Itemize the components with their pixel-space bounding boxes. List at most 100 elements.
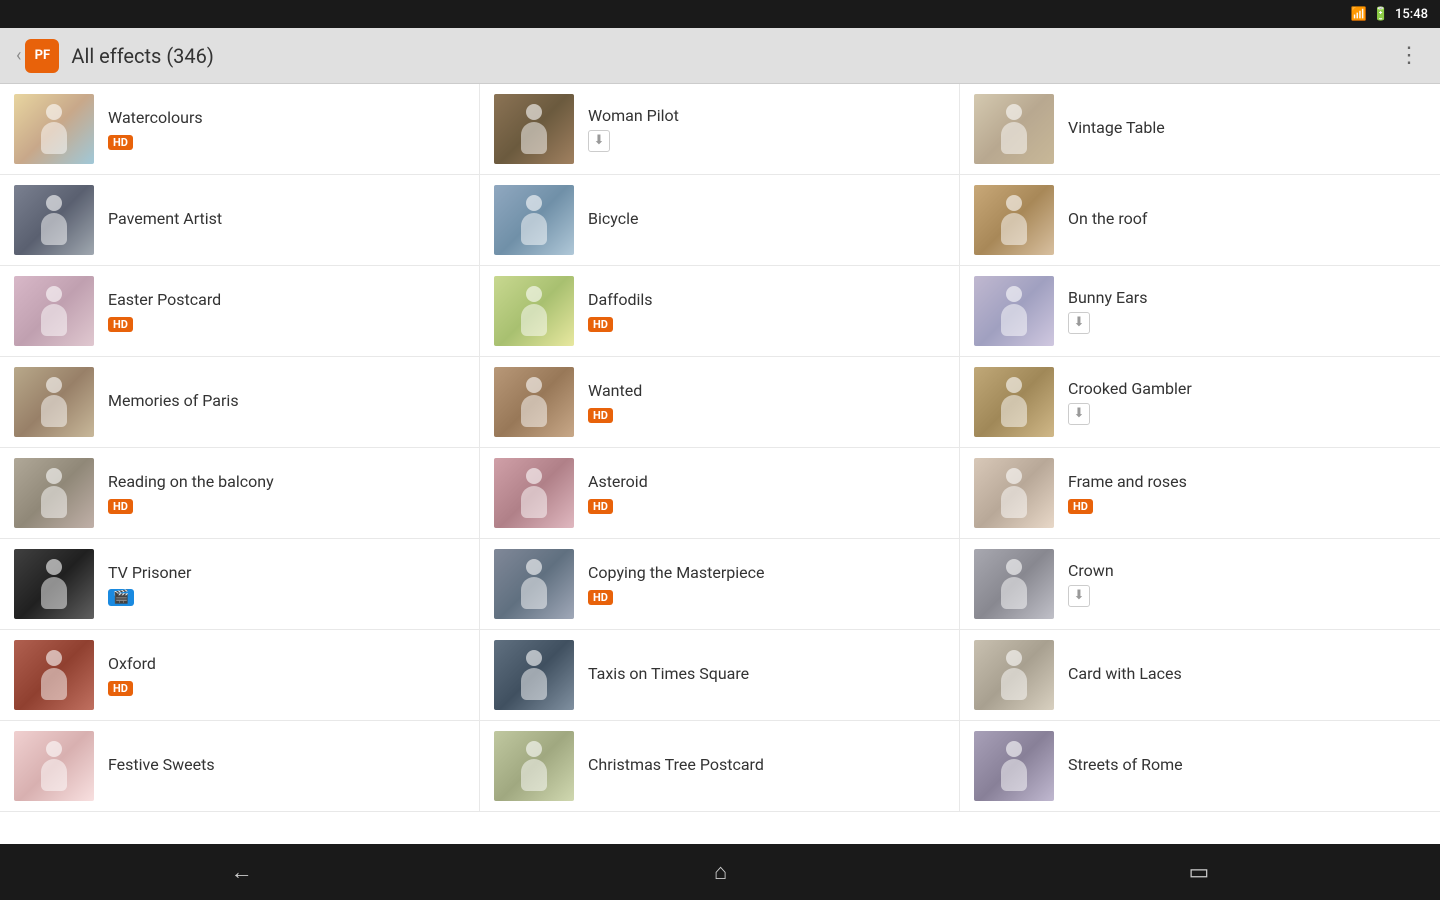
item-info-easter-postcard: Easter Postcard HD	[108, 290, 465, 332]
item-info-watercolours: Watercolours HD	[108, 108, 465, 150]
badge-hd-wanted: HD	[588, 408, 613, 423]
grid-item-easter-postcard[interactable]: Easter Postcard HD	[0, 266, 480, 357]
item-info-bunny-ears: Bunny Ears⬇	[1068, 288, 1426, 334]
thumb-bicycle	[494, 185, 574, 255]
grid-item-oxford[interactable]: OxfordHD	[0, 630, 480, 721]
thumb-woman-pilot	[494, 94, 574, 164]
item-info-streets-of-rome: Streets of Rome	[1068, 755, 1426, 778]
badge-download-crooked-gambler: ⬇	[1068, 403, 1090, 425]
grid-item-vintage-table[interactable]: Vintage Table	[960, 84, 1440, 175]
item-name-crooked-gambler: Crooked Gambler	[1068, 379, 1426, 398]
grid-item-watercolours[interactable]: Watercolours HD	[0, 84, 480, 175]
item-info-copying-masterpiece: Copying the Masterpiece HD	[588, 563, 945, 605]
grid-item-festive-sweets[interactable]: Festive Sweets	[0, 721, 480, 812]
grid-item-card-with-laces[interactable]: Card with Laces	[960, 630, 1440, 721]
item-info-oxford: OxfordHD	[108, 654, 465, 696]
grid-item-bicycle[interactable]: Bicycle	[480, 175, 960, 266]
item-name-vintage-table: Vintage Table	[1068, 118, 1426, 137]
item-name-card-with-laces: Card with Laces	[1068, 664, 1426, 683]
app-logo: PF	[25, 39, 59, 73]
back-nav-button[interactable]: ←	[207, 851, 277, 893]
thumb-tv-prisoner	[14, 549, 94, 619]
grid-item-tv-prisoner[interactable]: TV Prisoner 🎬	[0, 539, 480, 630]
badge-hd-easter-postcard: HD	[108, 317, 133, 332]
item-name-memories-of-paris: Memories of Paris	[108, 391, 465, 410]
item-name-taxis-times-square: Taxis on Times Square	[588, 664, 945, 683]
status-time: 15:48	[1395, 7, 1428, 22]
grid-item-on-the-roof[interactable]: On the roof	[960, 175, 1440, 266]
status-icons: 📶 🔋 15:48	[1351, 7, 1428, 22]
item-name-oxford: Oxford	[108, 654, 465, 673]
thumb-frame-roses	[974, 458, 1054, 528]
thumb-festive-sweets	[14, 731, 94, 801]
item-info-on-the-roof: On the roof	[1068, 209, 1426, 232]
thumb-daffodils	[494, 276, 574, 346]
badge-hd-frame-roses: HD	[1068, 499, 1093, 514]
grid-item-memories-of-paris[interactable]: Memories of Paris	[0, 357, 480, 448]
item-name-crown: Crown	[1068, 561, 1426, 580]
item-info-woman-pilot: Woman Pilot⬇	[588, 106, 945, 152]
badge-hd-reading-balcony: HD	[108, 499, 133, 514]
badge-video-tv-prisoner: 🎬	[108, 589, 134, 606]
home-nav-button[interactable]: ⌂	[690, 851, 751, 893]
item-info-bicycle: Bicycle	[588, 209, 945, 232]
thumb-on-the-roof	[974, 185, 1054, 255]
thumb-christmas-tree-postcard	[494, 731, 574, 801]
item-name-woman-pilot: Woman Pilot	[588, 106, 945, 125]
grid-item-wanted[interactable]: Wanted HD	[480, 357, 960, 448]
thumb-asteroid	[494, 458, 574, 528]
grid-item-pavement-artist[interactable]: Pavement Artist	[0, 175, 480, 266]
thumb-crooked-gambler	[974, 367, 1054, 437]
item-info-asteroid: AsteroidHD	[588, 472, 945, 514]
item-info-taxis-times-square: Taxis on Times Square	[588, 664, 945, 687]
item-name-tv-prisoner: TV Prisoner	[108, 563, 465, 582]
item-name-on-the-roof: On the roof	[1068, 209, 1426, 228]
badge-hd-watercolours: HD	[108, 135, 133, 150]
grid-item-taxis-times-square[interactable]: Taxis on Times Square	[480, 630, 960, 721]
grid-item-bunny-ears[interactable]: Bunny Ears⬇	[960, 266, 1440, 357]
grid-item-christmas-tree-postcard[interactable]: Christmas Tree Postcard	[480, 721, 960, 812]
item-info-frame-roses: Frame and rosesHD	[1068, 472, 1426, 514]
recents-nav-button[interactable]: ▭	[1165, 852, 1234, 893]
item-name-copying-masterpiece: Copying the Masterpiece	[588, 563, 945, 582]
back-button[interactable]: ‹	[16, 45, 21, 66]
item-name-christmas-tree-postcard: Christmas Tree Postcard	[588, 755, 945, 774]
badge-hd-asteroid: HD	[588, 499, 613, 514]
item-name-daffodils: Daffodils	[588, 290, 945, 309]
item-name-bicycle: Bicycle	[588, 209, 945, 228]
badge-hd-copying-masterpiece: HD	[588, 590, 613, 605]
thumb-bunny-ears	[974, 276, 1054, 346]
thumb-vintage-table	[974, 94, 1054, 164]
menu-button[interactable]: ⋮	[1394, 39, 1424, 72]
grid-item-copying-masterpiece[interactable]: Copying the Masterpiece HD	[480, 539, 960, 630]
item-info-card-with-laces: Card with Laces	[1068, 664, 1426, 687]
effects-grid: WatercoloursHDWoman Pilot⬇Vintage TableP…	[0, 84, 1440, 812]
grid-item-asteroid[interactable]: AsteroidHD	[480, 448, 960, 539]
badge-download-crown: ⬇	[1068, 585, 1090, 607]
item-name-pavement-artist: Pavement Artist	[108, 209, 465, 228]
item-name-wanted: Wanted	[588, 381, 945, 400]
grid-item-reading-balcony[interactable]: Reading on the balcony HD	[0, 448, 480, 539]
status-bar: 📶 🔋 15:48	[0, 0, 1440, 28]
top-bar: ‹ PF All effects (346) ⋮	[0, 28, 1440, 84]
grid-item-daffodils[interactable]: Daffodils HD	[480, 266, 960, 357]
grid-item-streets-of-rome[interactable]: Streets of Rome	[960, 721, 1440, 812]
item-info-crooked-gambler: Crooked Gambler ⬇	[1068, 379, 1426, 425]
grid-item-woman-pilot[interactable]: Woman Pilot⬇	[480, 84, 960, 175]
grid-item-frame-roses[interactable]: Frame and rosesHD	[960, 448, 1440, 539]
badge-hd-daffodils: HD	[588, 317, 613, 332]
wifi-icon: 📶	[1351, 7, 1367, 22]
thumb-oxford	[14, 640, 94, 710]
item-info-reading-balcony: Reading on the balcony HD	[108, 472, 465, 514]
grid-item-crown[interactable]: Crown ⬇	[960, 539, 1440, 630]
item-name-easter-postcard: Easter Postcard	[108, 290, 465, 309]
main-content: WatercoloursHDWoman Pilot⬇Vintage TableP…	[0, 84, 1440, 844]
grid-item-crooked-gambler[interactable]: Crooked Gambler ⬇	[960, 357, 1440, 448]
item-name-reading-balcony: Reading on the balcony	[108, 472, 465, 491]
item-info-vintage-table: Vintage Table	[1068, 118, 1426, 141]
thumb-easter-postcard	[14, 276, 94, 346]
item-name-watercolours: Watercolours	[108, 108, 465, 127]
thumb-crown	[974, 549, 1054, 619]
thumb-reading-balcony	[14, 458, 94, 528]
thumb-watercolours	[14, 94, 94, 164]
